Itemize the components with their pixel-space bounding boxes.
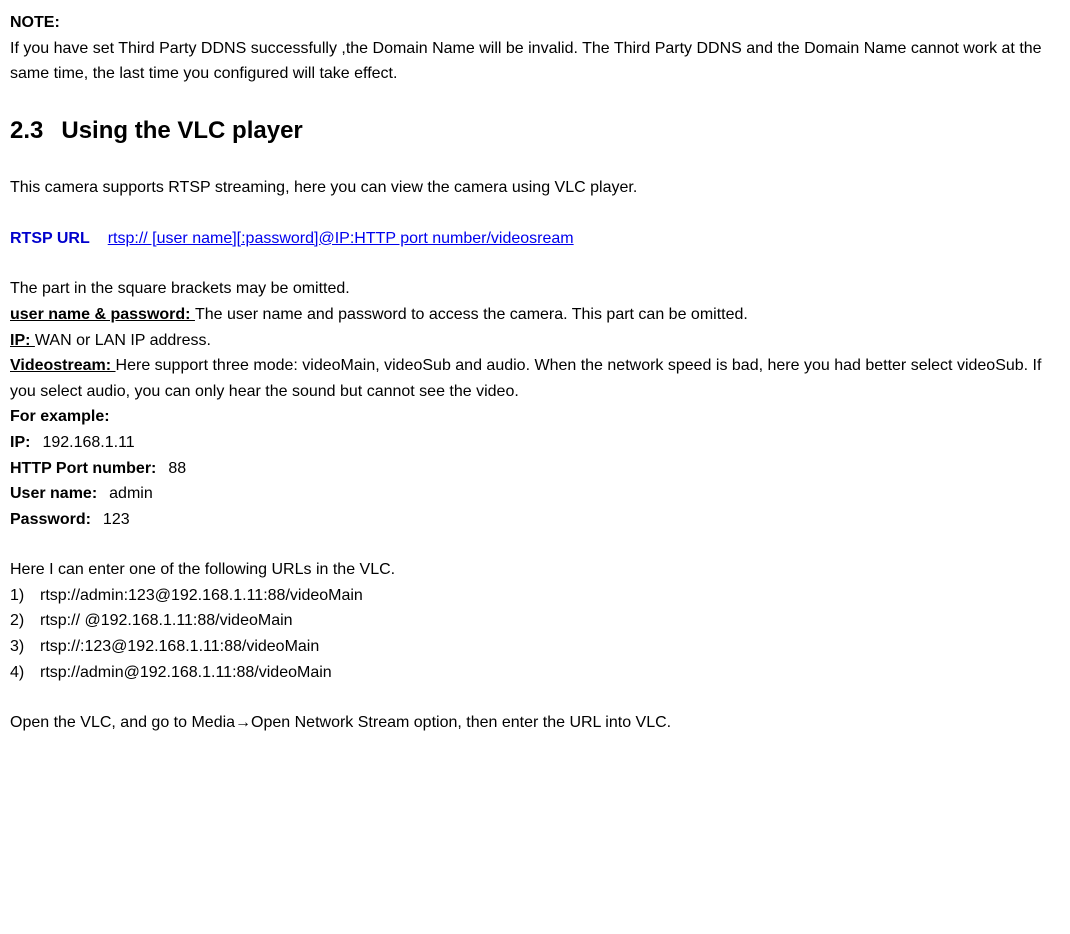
rtsp-line: RTSP URL rtsp:// [user name][:password]@I… [10,226,1060,252]
def-ip-label: IP: [10,332,35,349]
list-item: 3)rtsp://:123@192.168.1.11:88/videoMain [10,634,1060,660]
list-num: 4) [10,660,40,686]
def-user: user name & password: The user name and … [10,302,1060,328]
urls-intro: Here I can enter one of the following UR… [10,557,1060,583]
list-text: rtsp:// @192.168.1.11:88/videoMain [40,608,293,634]
example-ip-val: 192.168.1.11 [42,434,134,451]
rtsp-url-label: RTSP URL [10,230,90,247]
list-item: 4)rtsp://admin@192.168.1.11:88/videoMain [10,660,1060,686]
note-block: NOTE: If you have set Third Party DDNS s… [10,10,1060,87]
def-ip: IP: WAN or LAN IP address. [10,328,1060,354]
example-pass-val: 123 [103,511,130,528]
example-ip: IP: 192.168.1.11 [10,430,1060,456]
list-text: rtsp://:123@192.168.1.11:88/videoMain [40,634,319,660]
list-num: 2) [10,608,40,634]
list-item: 1)rtsp://admin:123@192.168.1.11:88/video… [10,583,1060,609]
open-vlc-text: Open the VLC, and go to Media→Open Netwo… [10,710,1060,736]
def-user-label: user name & password: [10,306,195,323]
section-number: 2.3 [10,117,43,144]
note-label: NOTE: [10,10,1060,36]
example-ip-label: IP: [10,434,30,451]
example-port-val: 88 [168,460,186,477]
example-pass: Password: 123 [10,507,1060,533]
def-user-text: The user name and password to access the… [195,306,748,323]
example-user: User name: admin [10,481,1060,507]
example-pass-label: Password: [10,511,91,528]
list-text: rtsp://admin:123@192.168.1.11:88/videoMa… [40,583,363,609]
section-heading: 2.3 Using the VLC player [10,112,1060,150]
list-item: 2)rtsp:// @192.168.1.11:88/videoMain [10,608,1060,634]
intro-text: This camera supports RTSP streaming, her… [10,175,1060,201]
note-text: If you have set Third Party DDNS success… [10,36,1060,87]
def-ip-text: WAN or LAN IP address. [35,332,211,349]
list-num: 1) [10,583,40,609]
def-video: Videostream: Here support three mode: vi… [10,353,1060,404]
list-text: rtsp://admin@192.168.1.11:88/videoMain [40,660,332,686]
example-port-label: HTTP Port number: [10,460,156,477]
def-video-label: Videostream: [10,357,116,374]
section-title: Using the VLC player [61,117,302,144]
rtsp-url-link[interactable]: rtsp:// [user name][:password]@IP:HTTP p… [108,230,574,247]
example-heading: For example: [10,404,1060,430]
brackets-note: The part in the square brackets may be o… [10,276,1060,302]
example-port: HTTP Port number: 88 [10,456,1060,482]
def-video-text: Here support three mode: videoMain, vide… [10,357,1041,400]
example-user-label: User name: [10,485,97,502]
example-user-val: admin [109,485,153,502]
list-num: 3) [10,634,40,660]
